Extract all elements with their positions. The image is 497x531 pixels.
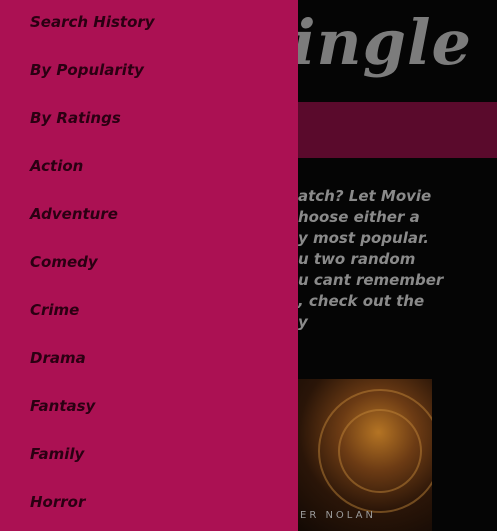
- intro-line: atch? Let Movie: [298, 187, 432, 205]
- menu-item-action[interactable]: Action: [30, 157, 83, 181]
- poster-credit: ER NOLAN: [300, 510, 376, 521]
- menu-item-fantasy[interactable]: Fantasy: [30, 397, 95, 421]
- menu-item-crime[interactable]: Crime: [30, 301, 79, 325]
- intro-line: , check out the: [298, 292, 425, 310]
- movie-poster[interactable]: ER NOLAN: [298, 379, 432, 531]
- menu-item-by-popularity[interactable]: By Popularity: [30, 61, 144, 85]
- menu-item-family[interactable]: Family: [30, 445, 84, 469]
- intro-text: atch? Let Movie hoose either a y most po…: [298, 186, 494, 333]
- menu-item-by-ratings[interactable]: By Ratings: [30, 109, 121, 133]
- menu-item-search-history[interactable]: Search History: [30, 13, 155, 37]
- intro-line: hoose either a: [298, 208, 420, 226]
- intro-line: y most popular.: [298, 229, 429, 247]
- menu-item-horror[interactable]: Horror: [30, 493, 85, 517]
- poster-art: [338, 409, 422, 493]
- intro-line: u cant remember: [298, 271, 444, 289]
- header-band: [292, 102, 497, 158]
- page-title: ingle: [292, 6, 472, 79]
- menu-item-adventure[interactable]: Adventure: [30, 205, 118, 229]
- menu-item-drama[interactable]: Drama: [30, 349, 86, 373]
- intro-line: y: [298, 313, 308, 331]
- intro-line: u two random: [298, 250, 416, 268]
- side-drawer: Search History By Popularity By Ratings …: [0, 0, 298, 531]
- menu-item-comedy[interactable]: Comedy: [30, 253, 98, 277]
